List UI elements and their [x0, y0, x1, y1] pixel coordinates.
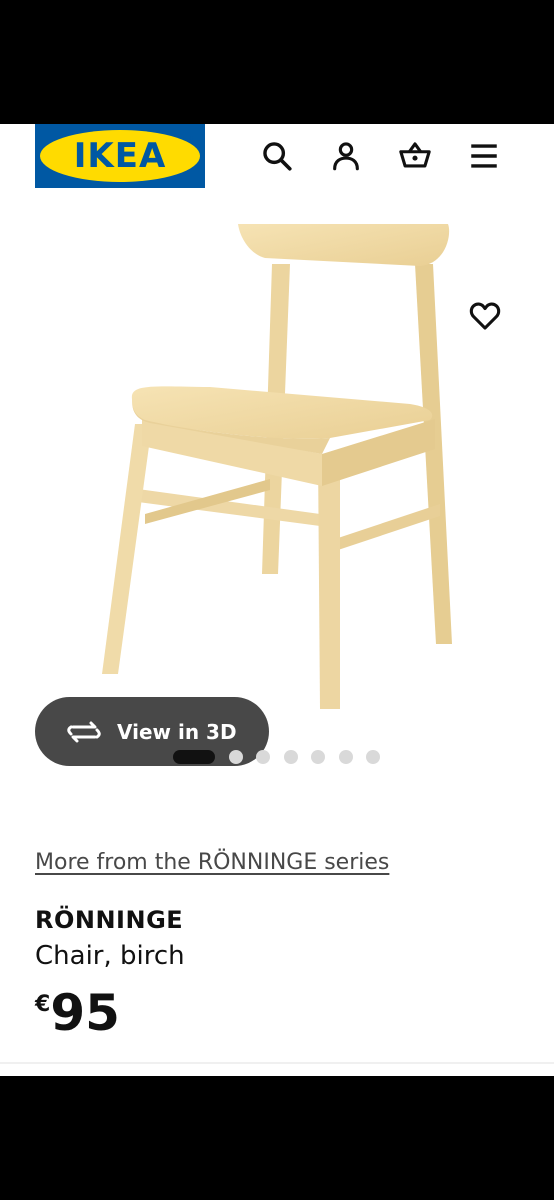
menu-icon[interactable]	[464, 136, 504, 176]
product-image-chair[interactable]	[90, 224, 470, 724]
pagination-dot[interactable]	[256, 750, 270, 764]
logo-wordmark: IKEA	[73, 136, 167, 176]
price-currency: €	[35, 992, 51, 1017]
product-image-gallery[interactable]: View in 3D	[0, 204, 554, 824]
account-icon[interactable]	[326, 136, 366, 176]
registered-mark: ®	[188, 134, 195, 142]
view-in-3d-label: View in 3D	[117, 719, 237, 744]
pagination-dot-active[interactable]	[173, 750, 215, 764]
product-name: RÖNNINGE	[35, 906, 184, 934]
series-link[interactable]: More from the RÖNNINGE series	[35, 850, 389, 875]
status-bar-area	[0, 0, 554, 124]
rotate-3d-icon	[67, 721, 101, 742]
product-description: Chair, birch	[35, 941, 185, 971]
image-pagination-dots	[0, 748, 554, 764]
ikea-logo[interactable]: IKEA ®	[35, 124, 205, 188]
navigation-bar-area	[0, 1076, 554, 1200]
product-price: €95	[35, 984, 120, 1042]
basket-icon[interactable]	[395, 136, 435, 176]
search-icon[interactable]	[257, 136, 297, 176]
favourite-heart-icon[interactable]	[465, 296, 505, 336]
product-page: IKEA ® View in 3D More from the RÖNNINGE…	[0, 124, 554, 1076]
pagination-dot[interactable]	[366, 750, 380, 764]
pagination-dot[interactable]	[284, 750, 298, 764]
pagination-dot[interactable]	[339, 750, 353, 764]
pagination-dot[interactable]	[311, 750, 325, 764]
site-header: IKEA ®	[0, 124, 554, 190]
pagination-dot[interactable]	[229, 750, 243, 764]
divider	[0, 1062, 554, 1064]
price-amount: 95	[50, 984, 120, 1042]
